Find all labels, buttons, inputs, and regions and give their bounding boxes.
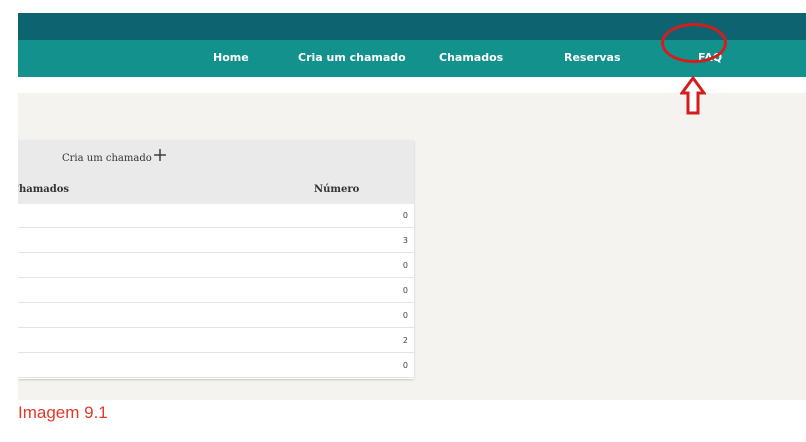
plus-icon[interactable] [153, 148, 167, 162]
table-row[interactable]: 0 [18, 204, 414, 228]
nav-reservas[interactable]: Reservas [564, 51, 621, 64]
row-count: 0 [402, 261, 408, 270]
up-arrow-icon [680, 76, 706, 115]
row-count: 0 [402, 286, 408, 295]
panel-header: Cria um chamado Chamados Número [18, 140, 414, 204]
row-count: 2 [402, 336, 408, 345]
table-row[interactable]: 0 [18, 279, 414, 303]
nav-chamados[interactable]: Chamados [439, 51, 503, 64]
row-count: 3 [402, 236, 408, 245]
table-row[interactable]: 2 [18, 329, 414, 353]
faq-highlight-circle [661, 23, 727, 63]
table-row[interactable]: 0 [18, 254, 414, 278]
table-row[interactable]: 0 [18, 354, 414, 378]
create-ticket-link[interactable]: Cria um chamado [62, 153, 152, 164]
column-header-numero: Número [314, 184, 360, 195]
figure-caption: Imagem 9.1 [18, 403, 108, 422]
column-header-chamados: Chamados [18, 184, 70, 195]
screenshot: Home Cria um chamado Chamados Reservas F… [18, 13, 806, 400]
row-count: 0 [402, 361, 408, 370]
row-count: 0 [402, 211, 408, 220]
chamados-panel: Cria um chamado Chamados Número 0 3 0 0 … [18, 140, 414, 379]
row-count: 0 [402, 311, 408, 320]
table-row[interactable]: 0 [18, 304, 414, 328]
nav-home[interactable]: Home [213, 51, 249, 64]
nav-cria-um-chamado[interactable]: Cria um chamado [298, 51, 406, 64]
table-row[interactable]: 3 [18, 229, 414, 253]
